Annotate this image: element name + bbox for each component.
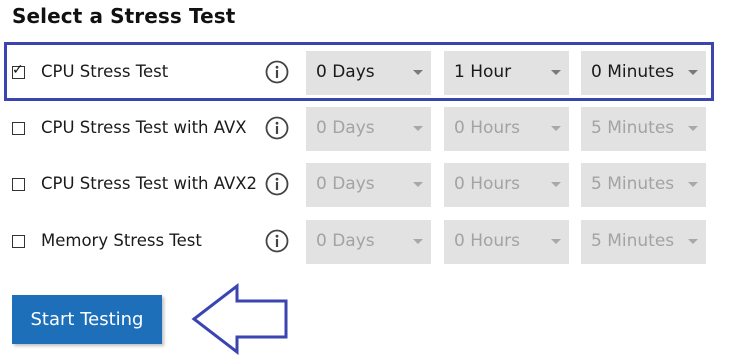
chevron-down-icon — [551, 182, 561, 187]
days-select[interactable]: 0 Days — [306, 220, 431, 264]
days-select[interactable]: 0 Days — [306, 163, 431, 207]
test-label: Memory Stress Test — [41, 231, 202, 250]
info-icon[interactable] — [265, 229, 289, 253]
chevron-down-icon — [688, 70, 698, 75]
days-value: 0 Days — [316, 118, 375, 138]
days-select[interactable]: 0 Days — [306, 107, 431, 151]
chevron-down-icon — [413, 70, 423, 75]
days-select[interactable]: 0 Days — [306, 51, 431, 95]
hours-value: 1 Hour — [454, 62, 512, 82]
checkbox-cpu-stress-test[interactable]: ✓ — [12, 62, 25, 79]
minutes-select[interactable]: 5 Minutes — [581, 220, 706, 264]
hours-select[interactable]: 0 Hours — [444, 220, 569, 264]
chevron-down-icon — [413, 182, 423, 187]
hours-select[interactable]: 1 Hour — [444, 51, 569, 95]
minutes-value: 5 Minutes — [591, 231, 675, 251]
chevron-down-icon — [688, 239, 698, 244]
chevron-down-icon — [551, 126, 561, 131]
test-row-cpu-avx: CPU Stress Test with AVX 0 Days 0 Hours … — [0, 107, 720, 151]
hours-value: 0 Hours — [454, 231, 521, 251]
checkbox-cpu-avx2[interactable] — [12, 178, 25, 191]
info-icon[interactable] — [265, 172, 289, 196]
test-row-cpu: ✓ CPU Stress Test 0 Days 1 Hour 0 Minute… — [0, 51, 720, 95]
chevron-down-icon — [413, 239, 423, 244]
chevron-down-icon — [551, 239, 561, 244]
start-testing-button[interactable]: Start Testing — [12, 295, 162, 344]
minutes-select[interactable]: 5 Minutes — [581, 107, 706, 151]
minutes-value: 5 Minutes — [591, 118, 675, 138]
hours-value: 0 Hours — [454, 118, 521, 138]
checkbox-memory[interactable] — [12, 235, 25, 248]
minutes-value: 0 Minutes — [591, 62, 675, 82]
chevron-down-icon — [413, 126, 423, 131]
days-value: 0 Days — [316, 62, 375, 82]
days-value: 0 Days — [316, 231, 375, 251]
days-value: 0 Days — [316, 174, 375, 194]
test-row-cpu-avx2: CPU Stress Test with AVX2 0 Days 0 Hours… — [0, 163, 720, 207]
test-label: CPU Stress Test with AVX — [41, 118, 247, 137]
hours-select[interactable]: 0 Hours — [444, 107, 569, 151]
minutes-select[interactable]: 0 Minutes — [581, 51, 706, 95]
minutes-select[interactable]: 5 Minutes — [581, 163, 706, 207]
hours-select[interactable]: 0 Hours — [444, 163, 569, 207]
minutes-value: 5 Minutes — [591, 174, 675, 194]
test-row-memory: Memory Stress Test 0 Days 0 Hours 5 Minu… — [0, 220, 720, 264]
chevron-down-icon — [688, 126, 698, 131]
info-icon[interactable] — [265, 60, 289, 84]
chevron-down-icon — [551, 70, 561, 75]
hours-value: 0 Hours — [454, 174, 521, 194]
page-title: Select a Stress Test — [12, 4, 236, 28]
checkbox-cpu-avx[interactable] — [12, 122, 25, 135]
arrow-left-icon — [191, 282, 288, 356]
info-icon[interactable] — [265, 116, 289, 140]
chevron-down-icon — [688, 182, 698, 187]
test-label: CPU Stress Test with AVX2 — [41, 174, 258, 193]
test-label: CPU Stress Test — [41, 62, 169, 81]
checkmark-icon: ✓ — [12, 62, 24, 78]
